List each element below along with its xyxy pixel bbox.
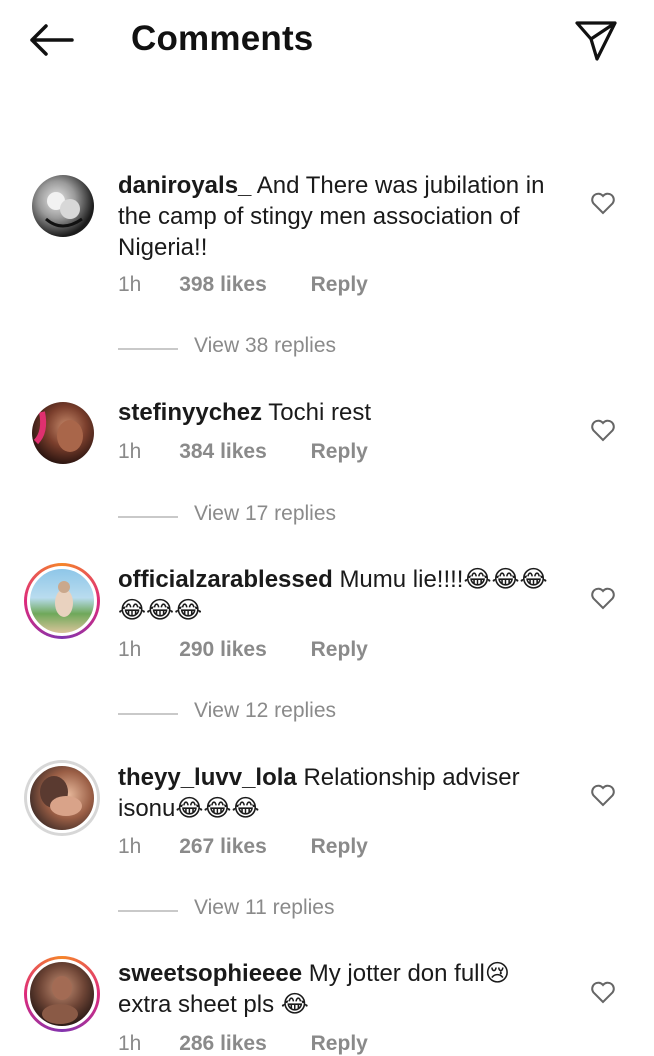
comment-username[interactable]: officialzarablessed: [118, 566, 333, 593]
paper-plane-icon[interactable]: [574, 19, 618, 61]
comment-username[interactable]: theyy_luvv_lola: [118, 764, 297, 791]
divider-line: [118, 713, 178, 715]
avatar[interactable]: [24, 167, 100, 243]
comment-meta: 1h 267 likes Reply: [118, 835, 368, 859]
view-replies-label: View 12 replies: [194, 699, 337, 722]
comment-meta: 1h 384 likes Reply: [118, 440, 368, 464]
comment-text: officialzarablessed Mumu lie!!!!😂😂😂😂😂😂: [118, 564, 568, 626]
reply-button[interactable]: Reply: [311, 440, 368, 464]
heart-icon[interactable]: [590, 980, 616, 1004]
arrow-left-icon[interactable]: [28, 22, 74, 58]
heart-icon[interactable]: [590, 191, 616, 215]
view-replies-label: View 11 replies: [194, 896, 335, 919]
avatar[interactable]: [24, 563, 100, 639]
reply-button[interactable]: Reply: [311, 273, 368, 297]
comment-likes[interactable]: 267 likes: [179, 835, 267, 859]
comment-likes[interactable]: 384 likes: [179, 440, 267, 464]
comment-username[interactable]: stefinyychez: [118, 399, 262, 426]
comment-likes[interactable]: 290 likes: [179, 638, 267, 662]
comment-likes[interactable]: 286 likes: [179, 1032, 267, 1056]
comment-text: daniroyals_ And There was jubilation in …: [118, 170, 568, 263]
comment-username[interactable]: daniroyals_: [118, 172, 251, 199]
comment-time: 1h: [118, 1032, 142, 1055]
reply-button[interactable]: Reply: [311, 835, 368, 859]
header-bar: Comments: [0, 0, 654, 82]
comment-meta: 1h 398 likes Reply: [118, 273, 368, 297]
page-title: Comments: [131, 19, 314, 58]
heart-icon[interactable]: [590, 783, 616, 807]
view-replies-label: View 38 replies: [194, 334, 337, 357]
reply-button[interactable]: Reply: [311, 1032, 368, 1056]
avatar[interactable]: [24, 760, 100, 836]
heart-icon[interactable]: [590, 418, 616, 442]
comment-likes[interactable]: 398 likes: [179, 273, 267, 297]
comment-time: 1h: [118, 273, 142, 296]
heart-icon[interactable]: [590, 586, 616, 610]
comment-text: theyy_luvv_lola Relationship adviser iso…: [118, 762, 568, 824]
divider-line: [118, 348, 178, 350]
comment-meta: 1h 290 likes Reply: [118, 638, 368, 662]
comment-meta: 1h 286 likes Reply: [118, 1032, 368, 1056]
comment-time: 1h: [118, 440, 142, 463]
comment-username[interactable]: sweetsophieeee: [118, 960, 302, 987]
reply-button[interactable]: Reply: [311, 638, 368, 662]
comment-text: sweetsophieeee My jotter don full😢 extra…: [118, 958, 568, 1020]
divider-line: [118, 910, 178, 912]
comment-time: 1h: [118, 835, 142, 858]
comment-text: stefinyychez Tochi rest: [118, 397, 568, 428]
comment-body: Tochi rest: [268, 399, 371, 426]
view-replies-label: View 17 replies: [194, 502, 337, 525]
avatar[interactable]: [24, 394, 100, 470]
comment-time: 1h: [118, 638, 142, 661]
divider-line: [118, 516, 178, 518]
avatar[interactable]: [24, 956, 100, 1032]
